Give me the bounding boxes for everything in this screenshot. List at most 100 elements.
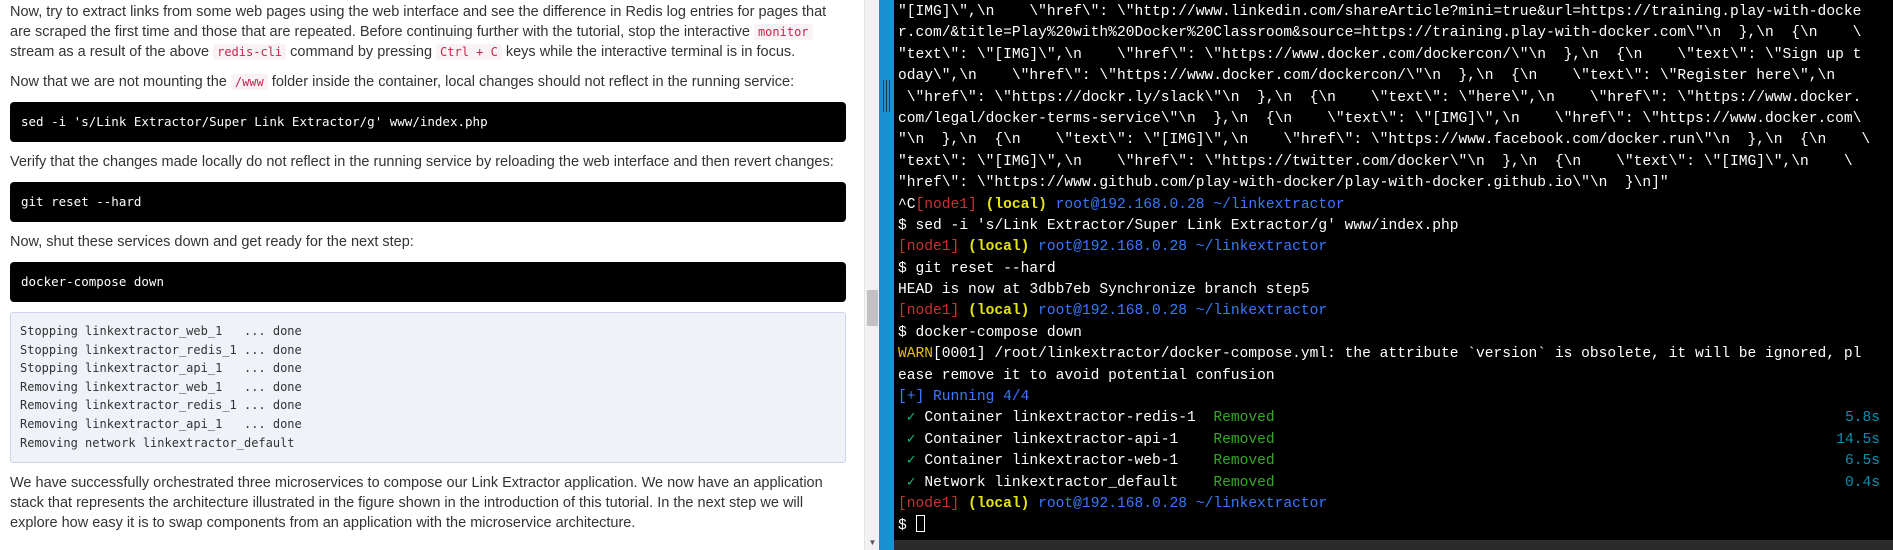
check-icon: ✓ (906, 453, 916, 470)
text: Now, try to extract links from some web … (10, 4, 827, 40)
prompt-local: (local) (968, 495, 1030, 512)
running-status: [+] Running 4/4 (898, 389, 1030, 406)
prompt-line: [node1] (local) root@192.168.0.28 ~/link… (898, 301, 1888, 322)
inline-code-www: /www (230, 74, 268, 90)
container-name: Container linkextractor-api-1 (924, 431, 1179, 448)
check-icon: ✓ (906, 474, 916, 491)
prompt-dollar: $ (898, 518, 907, 535)
container-duration: 14.5s (1836, 431, 1880, 448)
prompt-node: [node1] (898, 495, 960, 512)
tutorial-content: Now, try to extract links from some web … (10, 2, 846, 543)
container-status-row: ✓ Network linkextractor_default Removed 0… (898, 473, 1888, 494)
terminal-line: oday\",\n \"href\": \"https://www.docker… (898, 68, 1862, 85)
terminal-line: "text\": \"[IMG]\",\n \"href\": \"https:… (898, 46, 1862, 63)
container-name: Container linkextractor-redis-1 (924, 410, 1196, 427)
terminal-line: "href\": \"https://www.github.com/play-w… (898, 175, 1669, 192)
scroll-down-arrow-icon[interactable]: ▼ (867, 538, 878, 548)
prompt-local: (local) (968, 239, 1030, 256)
kbd-ctrl-c: Ctrl + C (436, 44, 502, 60)
command-block-git-reset[interactable]: git reset --hard (10, 182, 846, 222)
terminal-bottom-bar (894, 540, 1893, 550)
tutorial-pane: Now, try to extract links from some web … (0, 0, 864, 550)
output-line: Removing linkextractor_web_1 ... done (20, 379, 302, 394)
command-block-sed[interactable]: sed -i 's/Link Extractor/Super Link Extr… (10, 102, 846, 142)
prompt-node: [node1] (898, 239, 960, 256)
terminal-line: "text\": \"[IMG]\",\n \"href\": \"https:… (898, 153, 1853, 170)
prompt-line: ^C[node1] (local) root@192.168.0.28 ~/li… (898, 195, 1888, 216)
paragraph-not-mounting: Now that we are not mounting the /www fo… (10, 72, 846, 92)
prompt-dollar: $ (898, 217, 907, 234)
terminal-line: \"href\": \"https://dockr.ly/slack\"\n }… (898, 89, 1862, 106)
text: Now that we are not mounting the (10, 74, 231, 90)
prompt-local: (local) (968, 303, 1030, 320)
check-icon: ✓ (906, 431, 916, 448)
paragraph-summary: We have successfully orchestrated three … (10, 475, 823, 532)
terminal-line: r.com/&title=Play%20with%20Docker%20Clas… (898, 25, 1862, 42)
paragraph-verify: Verify that the changes made locally do … (10, 154, 834, 170)
interrupt-text: ^C (898, 196, 916, 213)
container-name: Network linkextractor_default (924, 474, 1179, 491)
scrollbar-thumb[interactable] (867, 290, 878, 326)
terminal-line: com/legal/docker-terms-service\"\n },\n … (898, 110, 1862, 127)
output-line: Removing linkextractor_api_1 ... done (20, 416, 302, 431)
output-line: Removing network linkextractor_default (20, 435, 295, 450)
command-text: git reset --hard (915, 260, 1056, 277)
command-text: sed -i 's/Link Extractor/Super Link Extr… (915, 217, 1459, 234)
prompt-path: ~/linkextractor (1195, 495, 1328, 512)
text: command by pressing (286, 44, 437, 60)
container-duration: 0.4s (1844, 474, 1880, 491)
warn-tag: WARN (898, 346, 934, 363)
warn-line: WARN[0001] /root/linkextractor/docker-co… (898, 344, 1888, 365)
terminal-cursor[interactable] (915, 515, 925, 533)
head-message: HEAD is now at 3dbb7eb Synchronize branc… (898, 282, 1310, 299)
container-status-row: ✓ Container linkextractor-web-1 Removed 6… (898, 451, 1888, 472)
container-status: Removed (1213, 410, 1275, 427)
output-line: Stopping linkextractor_api_1 ... done (20, 361, 302, 376)
container-duration: 5.8s (1844, 410, 1880, 427)
container-status: Removed (1213, 453, 1275, 470)
inline-code-monitor: monitor (753, 24, 813, 40)
container-status: Removed (1213, 474, 1275, 491)
command-text: docker-compose down (915, 324, 1082, 341)
paragraph-shut-down: Now, shut these services down and get re… (10, 234, 414, 250)
prompt-user: root@192.168.0.28 (1038, 495, 1188, 512)
prompt-line: [node1] (local) root@192.168.0.28 ~/link… (898, 494, 1888, 515)
command-line: $ docker-compose down (898, 323, 1888, 344)
splitter-grip-icon[interactable] (883, 80, 890, 112)
output-line: Stopping linkextractor_redis_1 ... done (20, 342, 302, 357)
prompt-user: root@192.168.0.28 (1038, 303, 1188, 320)
container-name: Container linkextractor-web-1 (924, 453, 1179, 470)
prompt-dollar: $ (898, 324, 907, 341)
text: stream as a result of the above (10, 44, 214, 60)
tutorial-scrollbar[interactable]: ▼ (864, 0, 879, 550)
command-line: $ sed -i 's/Link Extractor/Super Link Ex… (898, 216, 1888, 237)
text: folder inside the container, local chang… (267, 74, 795, 90)
container-status-row: ✓ Container linkextractor-redis-1 Remove… (898, 408, 1888, 429)
terminal-output: "[IMG]\",\n \"href\": \"http://www.linke… (898, 2, 1888, 537)
warn-line-continued: ease remove it to avoid potential confus… (898, 367, 1275, 384)
terminal-line: "\n },\n {\n \"text\": \"[IMG]\",\n \"hr… (898, 132, 1871, 149)
pane-splitter[interactable] (879, 0, 894, 550)
prompt-path: ~/linkextractor (1195, 303, 1328, 320)
text: keys while the interactive terminal is i… (501, 44, 796, 60)
prompt-local: (local) (985, 196, 1047, 213)
command-block-compose-down[interactable]: docker-compose down (10, 262, 846, 302)
prompt-path: ~/linkextractor (1213, 196, 1345, 213)
command-line: $ git reset --hard (898, 259, 1888, 280)
output-line: Removing linkextractor_redis_1 ... done (20, 398, 302, 413)
prompt-path: ~/linkextractor (1195, 239, 1328, 256)
output-block: Stopping linkextractor_web_1 ... done Sto… (10, 312, 846, 464)
paragraph-extract-links: Now, try to extract links from some web … (10, 2, 846, 62)
container-status-row: ✓ Container linkextractor-api-1 Removed 1… (898, 430, 1888, 451)
terminal[interactable]: "[IMG]\",\n \"href\": \"http://www.linke… (894, 0, 1893, 550)
warn-text: [0001] /root/linkextractor/docker-compos… (933, 346, 1862, 363)
prompt-dollar: $ (898, 260, 907, 277)
input-line[interactable]: $ (898, 515, 1888, 536)
container-duration: 6.5s (1844, 453, 1880, 470)
output-line: Stopping linkextractor_web_1 ... done (20, 324, 302, 338)
inline-code-redis-cli: redis-cli (213, 44, 287, 60)
prompt-user: root@192.168.0.28 (1038, 239, 1188, 256)
prompt-user: root@192.168.0.28 (1055, 196, 1205, 213)
check-icon: ✓ (906, 410, 916, 427)
prompt-line: [node1] (local) root@192.168.0.28 ~/link… (898, 237, 1888, 258)
